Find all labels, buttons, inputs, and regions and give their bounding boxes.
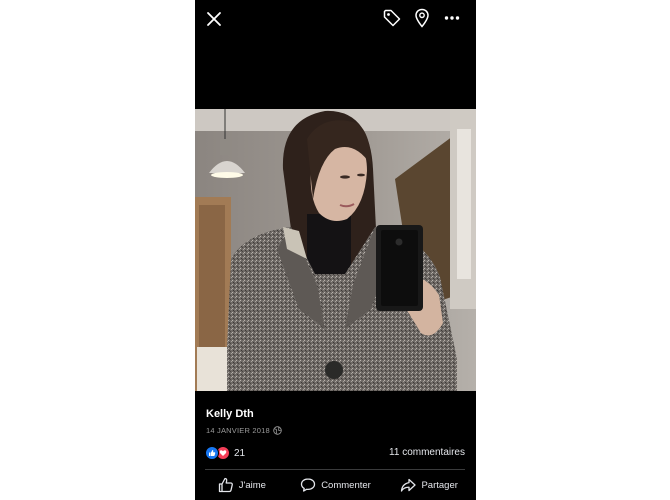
thumbs-up-outline-icon bbox=[218, 477, 233, 493]
comment-button[interactable]: Commenter bbox=[289, 474, 383, 496]
tag-icon bbox=[383, 9, 401, 27]
comments-count-link[interactable]: 11 commentaires bbox=[389, 447, 465, 458]
more-icon bbox=[444, 16, 460, 20]
close-icon bbox=[207, 12, 221, 26]
post-actions-bar: J'aime Commenter Partager bbox=[195, 474, 476, 496]
post-author-name[interactable]: Kelly Dth bbox=[206, 408, 254, 420]
like-reaction-icon bbox=[205, 446, 219, 460]
share-button[interactable]: Partager bbox=[382, 474, 476, 496]
like-button-label: J'aime bbox=[238, 479, 266, 491]
reaction-count: 21 bbox=[234, 447, 246, 459]
comment-button-label: Commenter bbox=[321, 479, 371, 491]
selfie-photo-image bbox=[195, 109, 476, 391]
share-button-label: Partager bbox=[421, 479, 458, 491]
share-arrow-icon bbox=[401, 478, 417, 492]
photo-viewer: Kelly Dth 14 JANVIER 2018 21 11 commenta… bbox=[195, 0, 476, 500]
thumbs-up-icon bbox=[209, 450, 216, 456]
close-button[interactable] bbox=[203, 8, 225, 30]
comment-icon bbox=[301, 478, 316, 492]
like-button[interactable]: J'aime bbox=[195, 474, 289, 496]
post-date: 14 JANVIER 2018 bbox=[206, 426, 270, 435]
top-toolbar bbox=[195, 0, 476, 38]
location-button[interactable] bbox=[412, 7, 432, 29]
post-photo[interactable] bbox=[195, 109, 476, 391]
more-options-button[interactable] bbox=[442, 8, 462, 28]
location-pin-icon bbox=[415, 8, 429, 28]
heart-icon bbox=[219, 450, 227, 456]
divider bbox=[205, 469, 465, 470]
reactions-summary[interactable]: 21 bbox=[205, 446, 245, 460]
tag-button[interactable] bbox=[381, 7, 403, 29]
globe-icon bbox=[273, 426, 282, 435]
post-date-row: 14 JANVIER 2018 bbox=[206, 426, 282, 435]
